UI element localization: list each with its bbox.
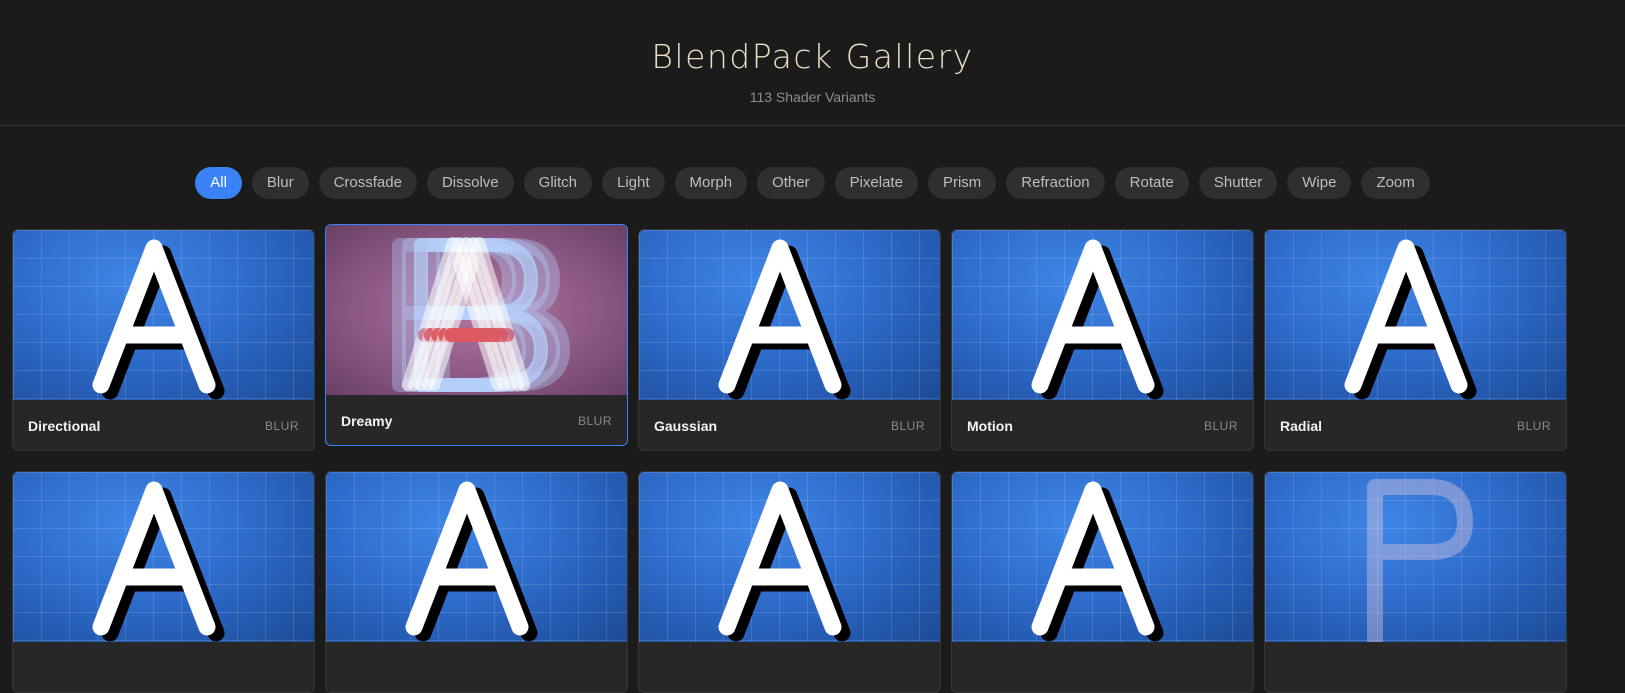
card-caption (13, 642, 314, 692)
filter-chip-refraction[interactable]: Refraction (1006, 167, 1105, 199)
letter-a-preview (1031, 239, 1164, 400)
filter-chip-all[interactable]: All (195, 167, 242, 199)
shader-preview (952, 472, 1253, 642)
shader-preview (1265, 230, 1566, 400)
card-caption: Directional BLUR (13, 400, 314, 450)
shader-preview (639, 472, 940, 642)
shader-name: Directional (28, 418, 101, 434)
filter-chip-rotate[interactable]: Rotate (1114, 167, 1189, 199)
filter-chip-wipe[interactable]: Wipe (1287, 167, 1352, 199)
shader-name: Radial (1280, 418, 1323, 434)
filter-chip-shutter[interactable]: Shutter (1198, 167, 1278, 199)
dreamy-blend-preview (392, 237, 570, 392)
filter-chip-zoom[interactable]: Zoom (1361, 167, 1430, 199)
shader-card[interactable] (325, 471, 628, 693)
shader-name: Gaussian (654, 418, 718, 434)
letter-a-preview (718, 481, 851, 642)
card-caption (639, 642, 940, 692)
card-caption: Radial BLUR (1265, 400, 1566, 450)
filter-chip-pixelate[interactable]: Pixelate (834, 167, 918, 199)
card-caption (326, 642, 627, 692)
filter-chip-dissolve[interactable]: Dissolve (426, 167, 514, 199)
shader-preview (13, 230, 314, 400)
letter-a-preview (718, 239, 851, 400)
variant-count: 113 Shader Variants (749, 89, 876, 105)
letter-a-preview (92, 481, 225, 642)
shader-card[interactable] (951, 471, 1254, 693)
card-caption (1265, 642, 1566, 692)
letter-a-preview (92, 239, 225, 400)
filter-chip-prism[interactable]: Prism (927, 167, 997, 199)
shader-card-directional[interactable]: Directional BLUR (12, 229, 315, 451)
shader-card-radial[interactable]: Radial BLUR (1264, 229, 1567, 451)
card-caption: Motion BLUR (952, 400, 1253, 450)
shader-card-motion[interactable]: Motion BLUR (951, 229, 1254, 451)
shader-preview (1265, 472, 1566, 642)
card-caption: Dreamy BLUR (326, 395, 627, 445)
filter-chip-morph[interactable]: Morph (674, 167, 748, 199)
shader-preview (639, 230, 940, 400)
filter-chip-other[interactable]: Other (757, 167, 825, 199)
page-title: BlendPack Gallery (651, 37, 974, 76)
shader-category: BLUR (577, 414, 612, 428)
letter-a-preview (1344, 239, 1477, 400)
category-filter-bar: All Blur Crossfade Dissolve Glitch Light Morph… (0, 167, 1625, 199)
filter-chip-light[interactable]: Light (602, 167, 665, 199)
faded-b-preview (1367, 479, 1473, 642)
card-caption: Gaussian BLUR (639, 400, 940, 450)
shader-card[interactable] (638, 471, 941, 693)
shader-preview (952, 230, 1253, 400)
filter-chip-crossfade[interactable]: Crossfade (318, 167, 417, 199)
filter-chip-blur[interactable]: Blur (251, 167, 309, 199)
shader-category: BLUR (890, 419, 925, 433)
shader-preview (326, 225, 627, 395)
letter-a-preview (1031, 481, 1164, 642)
shader-category: BLUR (1203, 419, 1238, 433)
shader-card-gaussian[interactable]: Gaussian BLUR (638, 229, 941, 451)
shader-category: BLUR (264, 419, 299, 433)
shader-card-dreamy[interactable]: Dreamy BLUR (325, 224, 628, 446)
shader-card[interactable] (12, 471, 315, 693)
shader-preview (13, 472, 314, 642)
shader-category: BLUR (1516, 419, 1551, 433)
letter-a-preview (405, 481, 538, 642)
shader-preview (326, 472, 627, 642)
filter-chip-glitch[interactable]: Glitch (523, 167, 592, 199)
shader-card[interactable] (1264, 471, 1567, 693)
page-header: BlendPack Gallery 113 Shader Variants (0, 0, 1625, 126)
shader-name: Dreamy (341, 413, 393, 429)
card-caption (952, 642, 1253, 692)
shader-name: Motion (967, 418, 1013, 434)
